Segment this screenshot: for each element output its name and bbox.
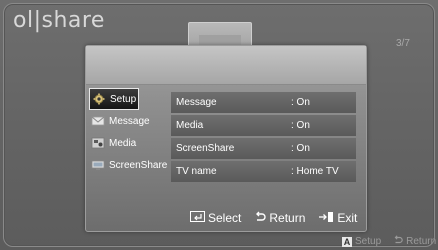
setting-label: Message [176,97,217,108]
bottom-bar: A Setup Return [342,235,436,248]
settings-row-screenshare[interactable]: ScreenShare : On [171,138,356,159]
tv-screen: ol|share 3/7 Setup Message Media ScreenS… [0,0,438,250]
allshare-logo: ol|share [13,8,105,33]
settings-row-media[interactable]: Media : On [171,115,356,136]
setting-label: TV name [176,166,217,177]
exit-icon [318,211,334,226]
return-label: Return [269,211,306,225]
return-icon [393,235,403,248]
side-menu: Setup Message Media ScreenShare [86,88,168,176]
exit-label: Exit [337,211,358,225]
exit-hint[interactable]: Exit [318,211,357,226]
panel-header [86,46,366,85]
menu-item-label: Setup [110,93,137,105]
a-key-icon: A [342,236,352,247]
setting-value: : Home TV [291,166,339,177]
screen-icon [91,159,105,171]
return-shortcut-label: Return [406,236,437,247]
menu-item-message[interactable]: Message [86,110,166,132]
setting-value: : On [291,97,310,108]
settings-row-message[interactable]: Message : On [171,92,356,113]
enter-icon [190,211,205,225]
setup-shortcut-label: Setup [355,236,382,247]
menu-item-label: ScreenShare [109,159,168,171]
envelope-icon [91,115,105,127]
setting-value: : On [291,120,310,131]
menu-item-media[interactable]: Media [86,132,166,154]
select-hint[interactable]: Select [190,211,241,225]
return-hint[interactable]: Return [254,211,305,226]
gear-icon [92,93,106,105]
settings-row-tv-name[interactable]: TV name : Home TV [171,161,356,182]
footer-hints: Select Return Exit [190,210,357,226]
menu-item-label: Media [109,137,137,149]
page-indicator: 3/7 [396,38,410,49]
setup-panel: Setup Message Media ScreenShare Message … [85,45,367,232]
menu-item-label: Message [109,115,150,127]
setup-shortcut[interactable]: A Setup [342,236,381,247]
return-icon [254,211,266,226]
setting-value: : On [291,143,310,154]
select-label: Select [208,211,242,225]
settings-list: Message : On Media : On ScreenShare : On… [171,92,356,184]
menu-item-setup[interactable]: Setup [89,88,139,110]
media-icon [91,137,105,149]
setting-label: ScreenShare [176,143,235,154]
menu-item-screenshare[interactable]: ScreenShare [86,154,168,176]
return-shortcut[interactable]: Return [393,235,436,248]
setting-label: Media [176,120,204,131]
